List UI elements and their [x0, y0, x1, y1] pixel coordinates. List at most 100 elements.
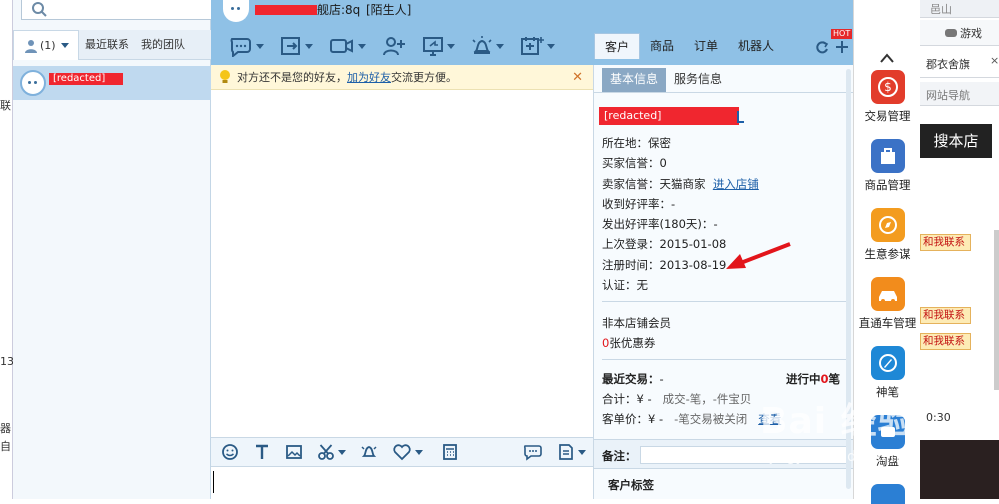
bag-icon — [870, 139, 905, 173]
contact-tabs: (1) 最近联系 我的团队 — [13, 30, 211, 60]
contact-list-item[interactable]: [redacted] — [13, 66, 211, 100]
chevron-down-icon[interactable] — [358, 43, 366, 49]
document-icon — [559, 444, 573, 460]
through-train-button[interactable]: 直通车管理 — [854, 277, 921, 331]
chat-avatar — [223, 0, 249, 22]
crm-tabs: 客户 商品 订单 机器人 — [594, 33, 784, 59]
image-icon[interactable] — [285, 443, 303, 461]
chevron-down-icon[interactable] — [578, 449, 586, 455]
tab-products[interactable]: 商品 — [640, 33, 684, 59]
message-history[interactable] — [211, 91, 593, 437]
browser-tab[interactable]: 郡衣舍旗 × — [920, 48, 999, 78]
unit-price-detail: -笔交易被关闭 — [674, 412, 748, 426]
left-strip-text: 器 — [0, 422, 11, 435]
chevron-down-icon[interactable] — [447, 43, 455, 49]
total-detail: 成交-笔，-件宝贝 — [662, 392, 752, 406]
tab-friends[interactable]: (1) — [13, 30, 79, 60]
watermark: Bai 经验 — [760, 401, 915, 442]
message-input[interactable] — [211, 468, 593, 499]
store-icon[interactable] — [871, 484, 905, 504]
received-rating-row: 收到好评率：- — [602, 196, 675, 212]
enter-shop-link[interactable]: 进入店铺 — [713, 177, 759, 191]
unit-price-row: 客单价：¥ - -笔交易被关闭 查看 — [602, 411, 781, 427]
more-button[interactable] — [557, 443, 586, 461]
contact-search-input[interactable] — [21, 0, 221, 20]
app-label: 生意参谋 — [864, 247, 911, 261]
tab-robot[interactable]: 机器人 — [728, 33, 784, 59]
last-login-row: 上次登录：2015-01-08 — [602, 236, 726, 252]
site-navigation-link[interactable]: 网站导航 — [920, 82, 999, 106]
emoji-icon[interactable] — [221, 443, 239, 461]
member-status: 非本店铺会员 — [602, 316, 671, 330]
screenshot-button[interactable] — [317, 443, 346, 461]
name-underline — [737, 111, 744, 123]
chat-record-icon[interactable] — [523, 443, 543, 461]
chevron-up-icon[interactable] — [879, 52, 895, 64]
notify-button[interactable] — [471, 35, 504, 57]
in-progress-count: 0 — [820, 372, 829, 386]
browser-scrollbar[interactable] — [994, 230, 999, 390]
total-value: ¥ - — [636, 392, 652, 406]
calendar-add-icon — [521, 37, 544, 55]
close-icon[interactable]: × — [990, 54, 999, 67]
add-friend-button[interactable] — [382, 35, 406, 57]
hot-badge: HOT — [831, 29, 853, 39]
car-icon — [870, 277, 905, 311]
contact-me-tag[interactable]: 和我联系 — [920, 333, 971, 350]
tab-service-info[interactable]: 服务信息 — [666, 68, 730, 92]
tab-orders[interactable]: 订单 — [684, 33, 728, 59]
calculator-icon[interactable] — [441, 443, 459, 461]
add-friend-link[interactable]: 加为好友 — [347, 71, 391, 84]
app-label: 直通车管理 — [858, 316, 917, 330]
lightbulb-icon — [220, 70, 230, 83]
browser-tab-title: 郡衣舍旗 — [926, 58, 970, 71]
buyer-credit-value: 0 — [659, 156, 667, 170]
search-icon — [32, 2, 47, 17]
reply-button[interactable] — [229, 35, 264, 57]
time-text: 0:30 — [926, 411, 951, 424]
close-icon[interactable]: ✕ — [572, 65, 583, 90]
seller-credit-row: 卖家信誉：天猫商家 进入店铺 — [602, 176, 759, 192]
plus-icon[interactable] — [835, 40, 849, 54]
refresh-icon[interactable] — [815, 40, 829, 54]
watermark-subtitle: jingyan.baidu.com — [770, 449, 900, 465]
tab-customer[interactable]: 客户 — [594, 33, 641, 59]
transfer-button[interactable] — [280, 35, 313, 57]
chevron-down-icon[interactable] — [496, 43, 504, 49]
business-advisor-button[interactable]: 生意参谋 — [854, 208, 921, 262]
in-progress-label: 进行中 — [786, 372, 821, 386]
favorite-button[interactable] — [392, 443, 423, 461]
left-strip-text: 联 — [0, 99, 11, 112]
trade-management-button[interactable]: $ 交易管理 — [854, 70, 921, 124]
games-link[interactable]: 游戏 — [920, 20, 999, 46]
tab-team[interactable]: 我的团队 — [135, 30, 191, 60]
font-icon[interactable] — [253, 443, 271, 461]
seller-credit-label: 卖家信誉： — [602, 177, 660, 191]
search-shop-button[interactable]: 搜本店 — [920, 124, 992, 158]
money-icon: $ — [870, 70, 905, 104]
chevron-down-icon[interactable] — [547, 43, 555, 49]
shake-icon[interactable] — [360, 443, 378, 461]
contact-me-tag[interactable]: 和我联系 — [920, 234, 971, 251]
chevron-down-icon[interactable] — [256, 43, 264, 49]
chevron-down-icon[interactable] — [415, 449, 423, 455]
register-date-label: 注册时间： — [602, 258, 660, 272]
chevron-down-icon[interactable] — [338, 449, 346, 455]
recent-trade-label: 最近交易： — [602, 372, 660, 386]
screen-share-button[interactable] — [422, 35, 455, 57]
location-label: 所在地： — [602, 136, 648, 150]
contact-me-tag[interactable]: 和我联系 — [920, 307, 971, 324]
tab-recent[interactable]: 最近联系 — [79, 30, 135, 60]
given-rating-row: 发出好评率(180天)：- — [602, 216, 718, 232]
video-call-button[interactable] — [329, 35, 366, 57]
chevron-down-icon[interactable] — [60, 43, 69, 48]
compass-icon — [870, 208, 905, 242]
tab-basic-info[interactable]: 基本信息 — [602, 68, 667, 92]
location-value: 保密 — [648, 136, 671, 150]
schedule-button[interactable] — [520, 35, 555, 57]
product-management-button[interactable]: 商品管理 — [854, 139, 921, 193]
buyer-credit-label: 买家信誉： — [602, 156, 660, 170]
chevron-down-icon[interactable] — [305, 43, 313, 49]
last-login-value: 2015-01-08 — [659, 237, 727, 251]
coupon-row: 0张优惠券 — [602, 335, 655, 351]
